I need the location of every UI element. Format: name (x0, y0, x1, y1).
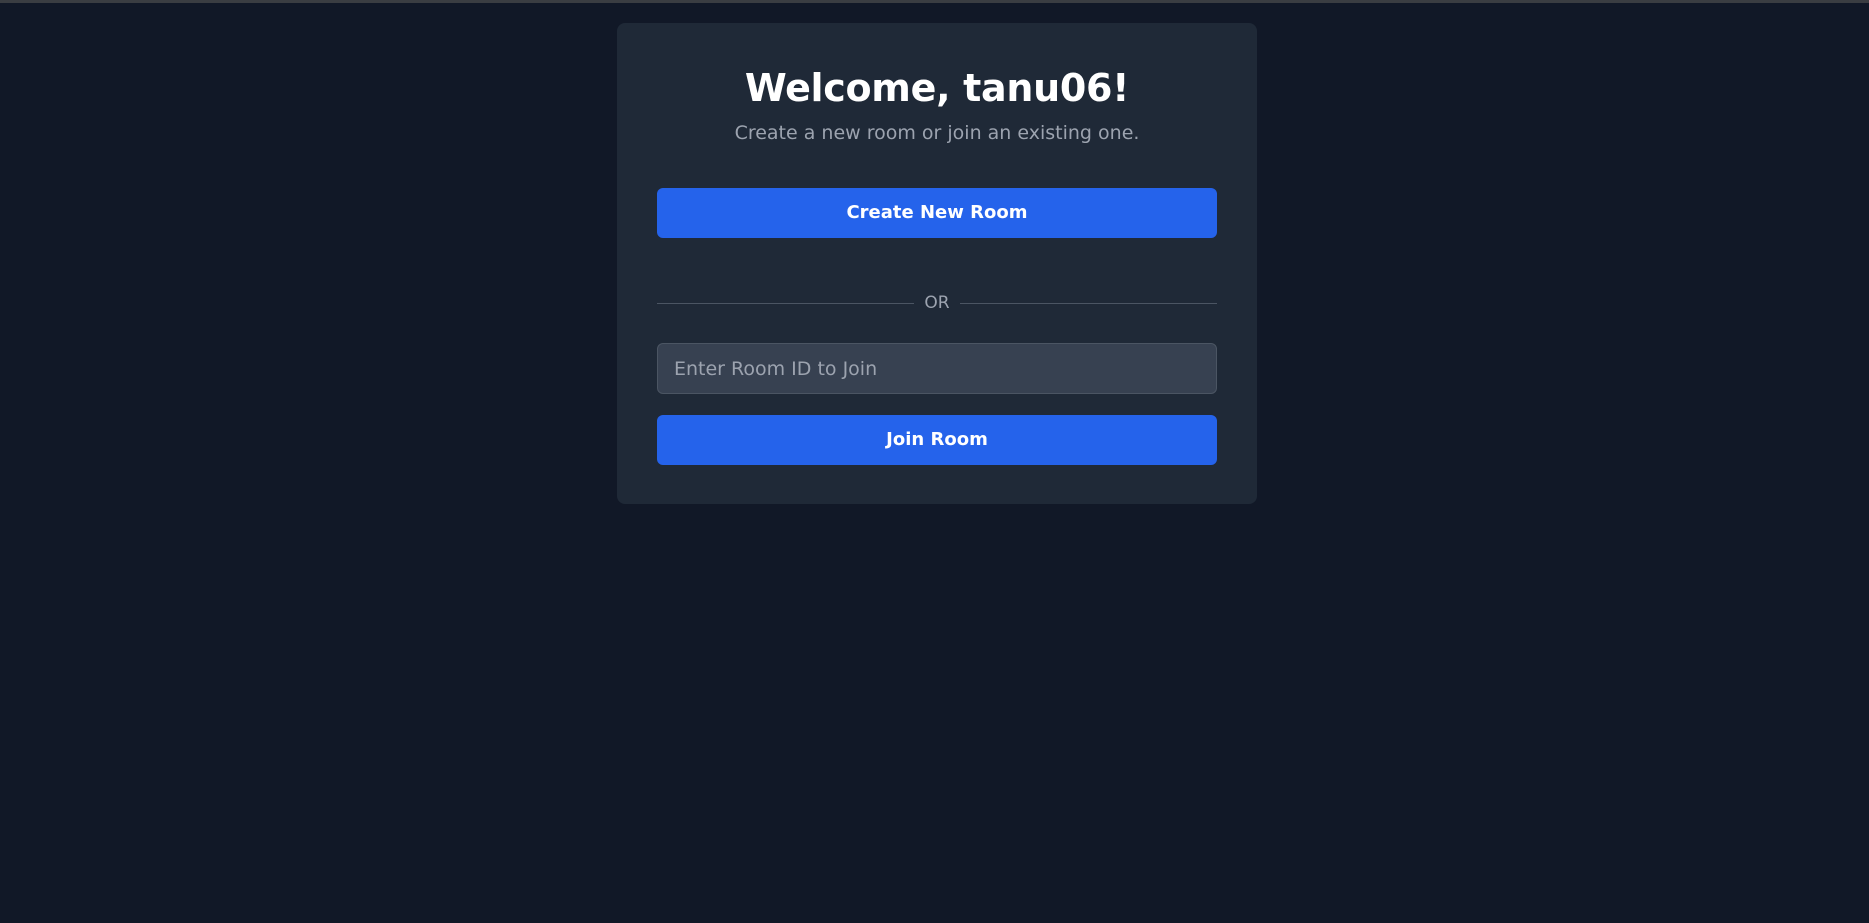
divider-label: OR (924, 293, 950, 313)
join-room-button[interactable]: Join Room (657, 415, 1217, 465)
room-id-input[interactable] (657, 343, 1217, 394)
create-room-button[interactable]: Create New Room (657, 188, 1217, 238)
browser-top-border (0, 0, 1869, 3)
or-divider: OR (657, 291, 1218, 315)
lobby-card: Welcome, tanu06! Create a new room or jo… (617, 23, 1257, 504)
page-subtitle: Create a new room or join an existing on… (734, 122, 1140, 144)
page-title: Welcome, tanu06! (744, 66, 1130, 110)
divider-line-left (657, 302, 915, 304)
divider-line-right (959, 302, 1218, 304)
